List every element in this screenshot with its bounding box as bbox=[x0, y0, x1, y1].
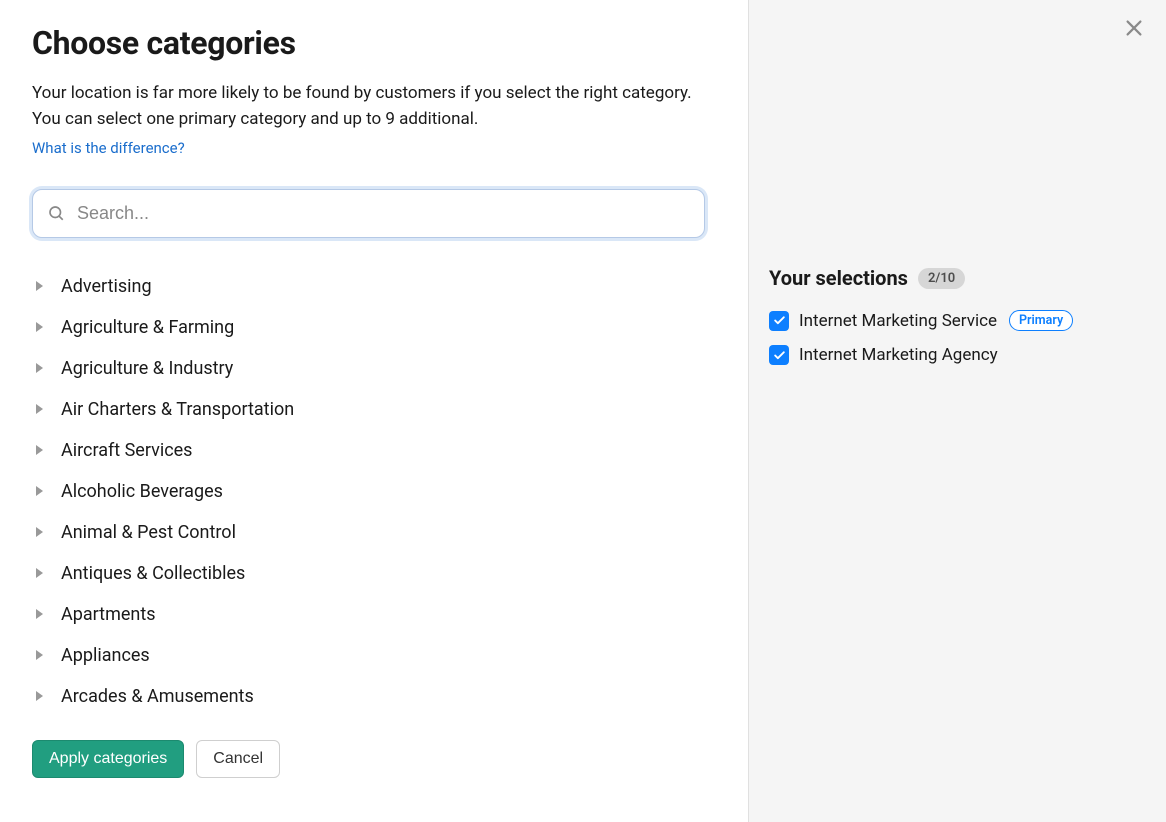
checkbox-checked[interactable] bbox=[769, 345, 789, 365]
category-label: Antiques & Collectibles bbox=[61, 563, 245, 584]
chevron-right-icon bbox=[36, 527, 43, 537]
selection-item: Internet Marketing Service Primary bbox=[769, 310, 1146, 331]
category-label: Alcoholic Beverages bbox=[61, 481, 223, 502]
category-item[interactable]: Alcoholic Beverages bbox=[32, 471, 693, 512]
category-label: Agriculture & Farming bbox=[61, 317, 234, 338]
selection-item: Internet Marketing Agency bbox=[769, 345, 1146, 365]
selection-label: Internet Marketing Service bbox=[799, 311, 997, 331]
category-item[interactable]: Agriculture & Farming bbox=[32, 307, 693, 348]
close-icon bbox=[1123, 17, 1145, 39]
checkbox-checked[interactable] bbox=[769, 311, 789, 331]
page-title: Choose categories bbox=[32, 24, 716, 62]
chevron-right-icon bbox=[36, 650, 43, 660]
action-bar: Apply categories Cancel bbox=[32, 740, 716, 778]
chevron-right-icon bbox=[36, 486, 43, 496]
selection-label: Internet Marketing Agency bbox=[799, 345, 998, 365]
category-item[interactable]: Apartments bbox=[32, 594, 693, 635]
right-panel: Your selections 2/10 Internet Marketing … bbox=[748, 0, 1166, 822]
chevron-right-icon bbox=[36, 609, 43, 619]
chevron-right-icon bbox=[36, 322, 43, 332]
category-item[interactable]: Appliances bbox=[32, 635, 693, 676]
category-item[interactable]: Agriculture & Industry bbox=[32, 348, 693, 389]
search-wrapper bbox=[32, 189, 716, 238]
chevron-right-icon bbox=[36, 568, 43, 578]
apply-button[interactable]: Apply categories bbox=[32, 740, 184, 778]
left-panel: Choose categories Your location is far m… bbox=[0, 0, 748, 822]
category-label: Appliances bbox=[61, 645, 150, 666]
cancel-button[interactable]: Cancel bbox=[196, 740, 280, 778]
category-item[interactable]: Antiques & Collectibles bbox=[32, 553, 693, 594]
chevron-right-icon bbox=[36, 363, 43, 373]
category-label: Apartments bbox=[61, 604, 156, 625]
category-item[interactable]: Air Charters & Transportation bbox=[32, 389, 693, 430]
selection-list: Internet Marketing Service Primary Inter… bbox=[769, 310, 1146, 365]
chevron-right-icon bbox=[36, 281, 43, 291]
category-item[interactable]: Advertising bbox=[32, 266, 693, 307]
chevron-right-icon bbox=[36, 691, 43, 701]
category-label: Agriculture & Industry bbox=[61, 358, 233, 379]
category-label: Aircraft Services bbox=[61, 440, 192, 461]
chevron-right-icon bbox=[36, 404, 43, 414]
category-item[interactable]: Aircraft Services bbox=[32, 430, 693, 471]
primary-badge: Primary bbox=[1009, 310, 1073, 331]
category-item[interactable]: Arcades & Amusements bbox=[32, 676, 693, 717]
category-list[interactable]: Advertising Agriculture & Farming Agricu… bbox=[32, 266, 705, 722]
selections-header: Your selections 2/10 bbox=[769, 266, 1146, 290]
selections-count-badge: 2/10 bbox=[918, 268, 965, 289]
search-input[interactable] bbox=[32, 189, 705, 238]
category-label: Advertising bbox=[61, 276, 152, 297]
help-link[interactable]: What is the difference? bbox=[32, 139, 716, 157]
page-description: Your location is far more likely to be f… bbox=[32, 80, 702, 133]
close-button[interactable] bbox=[1120, 14, 1148, 42]
check-icon bbox=[773, 314, 786, 327]
chevron-right-icon bbox=[36, 445, 43, 455]
check-icon bbox=[773, 349, 786, 362]
category-label: Arcades & Amusements bbox=[61, 686, 254, 707]
category-item[interactable]: Animal & Pest Control bbox=[32, 512, 693, 553]
category-label: Animal & Pest Control bbox=[61, 522, 236, 543]
category-label: Air Charters & Transportation bbox=[61, 399, 294, 420]
selections-title: Your selections bbox=[769, 266, 908, 290]
